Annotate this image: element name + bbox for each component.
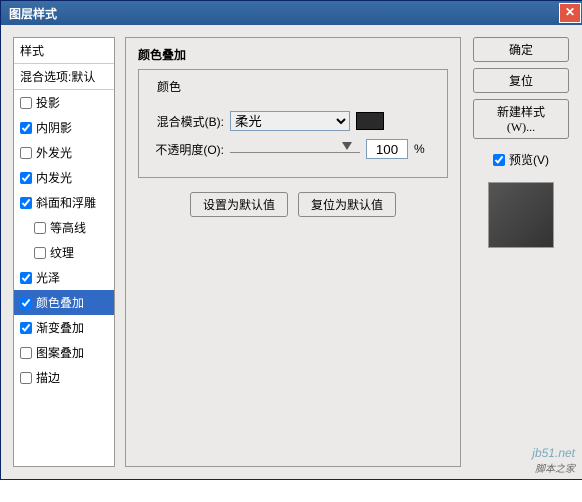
opacity-slider[interactable] — [230, 146, 360, 153]
style-checkbox[interactable] — [20, 172, 32, 184]
style-label: 纹理 — [50, 244, 74, 261]
close-button[interactable]: ✕ — [559, 3, 581, 23]
style-label: 内发光 — [36, 169, 72, 186]
style-item[interactable]: 等高线 — [14, 215, 114, 240]
color-swatch[interactable] — [356, 112, 384, 130]
style-checkbox[interactable] — [20, 272, 32, 284]
style-checkbox[interactable] — [20, 97, 32, 109]
style-checkbox[interactable] — [20, 322, 32, 334]
style-checkbox[interactable] — [20, 197, 32, 209]
style-label: 内阴影 — [36, 119, 72, 136]
title: 图层样式 — [9, 5, 57, 22]
preview-checkbox-label[interactable]: 预览(V) — [493, 151, 549, 168]
styles-header[interactable]: 样式 — [14, 38, 114, 64]
style-item[interactable]: 内阴影 — [14, 115, 114, 140]
blend-mode-label: 混合模式(B): — [149, 113, 224, 130]
slider-thumb-icon[interactable] — [342, 142, 352, 155]
new-style-button[interactable]: 新建样式(W)... — [473, 99, 569, 139]
group-label: 颜色 — [153, 78, 185, 95]
style-item[interactable]: 渐变叠加 — [14, 315, 114, 340]
styles-panel: 样式 混合选项:默认 投影内阴影外发光内发光斜面和浮雕等高线纹理光泽颜色叠加渐变… — [13, 37, 115, 467]
reset-default-button[interactable]: 复位为默认值 — [298, 192, 396, 217]
style-item[interactable]: 斜面和浮雕 — [14, 190, 114, 215]
layer-style-dialog: 图层样式 ✕ 样式 混合选项:默认 投影内阴影外发光内发光斜面和浮雕等高线纹理光… — [0, 0, 582, 480]
style-item[interactable]: 光泽 — [14, 265, 114, 290]
style-label: 渐变叠加 — [36, 319, 84, 336]
style-label: 描边 — [36, 369, 60, 386]
style-item[interactable]: 投影 — [14, 90, 114, 115]
blending-options[interactable]: 混合选项:默认 — [14, 64, 114, 90]
style-checkbox[interactable] — [20, 147, 32, 159]
style-checkbox[interactable] — [20, 122, 32, 134]
style-label: 投影 — [36, 94, 60, 111]
cancel-button[interactable]: 复位 — [473, 68, 569, 93]
style-item[interactable]: 图案叠加 — [14, 340, 114, 365]
settings-panel: 颜色叠加 颜色 混合模式(B): 柔光 不透明度(O): % 设置为默认值 复位… — [125, 37, 461, 467]
blend-mode-select[interactable]: 柔光 — [230, 111, 350, 131]
style-checkbox[interactable] — [20, 347, 32, 359]
style-label: 外发光 — [36, 144, 72, 161]
style-label: 斜面和浮雕 — [36, 194, 96, 211]
action-panel: 确定 复位 新建样式(W)... 预览(V) — [471, 37, 571, 467]
style-checkbox[interactable] — [20, 297, 32, 309]
style-label: 颜色叠加 — [36, 294, 84, 311]
style-item[interactable]: 纹理 — [14, 240, 114, 265]
watermark: jb51.net 脚本之家 — [532, 446, 575, 475]
style-label: 光泽 — [36, 269, 60, 286]
style-label: 图案叠加 — [36, 344, 84, 361]
style-checkbox[interactable] — [34, 222, 46, 234]
percent-label: % — [414, 142, 425, 156]
section-title: 颜色叠加 — [138, 46, 448, 63]
style-item[interactable]: 外发光 — [14, 140, 114, 165]
titlebar: 图层样式 ✕ — [1, 1, 582, 25]
opacity-label: 不透明度(O): — [149, 141, 224, 158]
style-item[interactable]: 描边 — [14, 365, 114, 390]
preview-thumbnail — [488, 182, 554, 248]
style-label: 等高线 — [50, 219, 86, 236]
opacity-input[interactable] — [366, 139, 408, 159]
style-item[interactable]: 内发光 — [14, 165, 114, 190]
style-checkbox[interactable] — [34, 247, 46, 259]
style-checkbox[interactable] — [20, 372, 32, 384]
set-default-button[interactable]: 设置为默认值 — [190, 192, 288, 217]
ok-button[interactable]: 确定 — [473, 37, 569, 62]
style-item[interactable]: 颜色叠加 — [14, 290, 114, 315]
preview-checkbox[interactable] — [493, 154, 505, 166]
